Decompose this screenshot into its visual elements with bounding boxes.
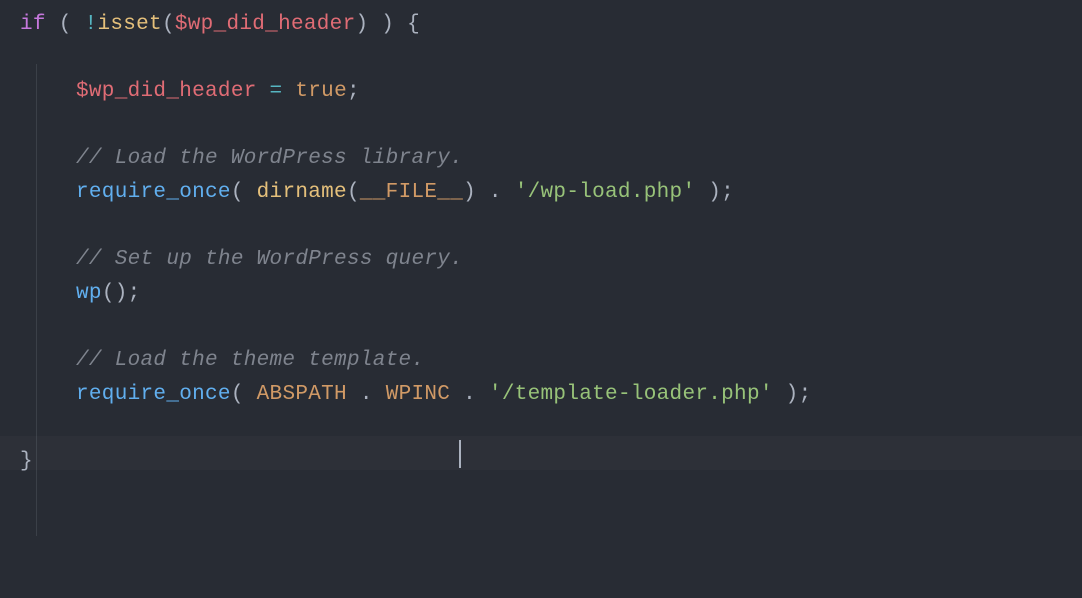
comment: // Load the WordPress library. (76, 147, 463, 170)
code-line[interactable]: wp(); (20, 277, 1082, 311)
code-line[interactable]: } (20, 445, 1082, 479)
punct: ( (347, 181, 360, 204)
punct: ) (356, 13, 369, 36)
function-dirname: dirname (257, 181, 347, 204)
code-line[interactable]: // Set up the WordPress query. (20, 243, 1082, 277)
comment: // Set up the WordPress query. (76, 248, 463, 271)
brace-open: { (407, 13, 420, 36)
operator-concat: . (450, 383, 489, 406)
string-literal: '/wp-load.php' (515, 181, 696, 204)
operator-concat: . (347, 383, 386, 406)
text-cursor (459, 440, 461, 468)
punct: ) (368, 13, 407, 36)
constant-abspath: ABSPATH (257, 383, 347, 406)
variable: $wp_did_header (175, 13, 356, 36)
function-isset: isset (97, 13, 162, 36)
keyword-require: require_once (76, 181, 231, 204)
punct: ) (463, 181, 476, 204)
punct: ); (773, 383, 812, 406)
constant-wpinc: WPINC (386, 383, 451, 406)
code-line[interactable]: if ( !isset($wp_did_header) ) { (20, 8, 1082, 42)
punct: (); (102, 282, 141, 305)
code-line[interactable]: $wp_did_header = true; (20, 75, 1082, 109)
comment: // Load the theme template. (76, 349, 424, 372)
boolean-true: true (295, 80, 347, 103)
operator-concat: . (476, 181, 515, 204)
punct: ( (231, 383, 257, 406)
punct: ); (695, 181, 734, 204)
code-line-active[interactable]: // Load the theme template. (20, 344, 1082, 378)
variable: $wp_did_header (76, 80, 257, 103)
code-editor[interactable]: if ( !isset($wp_did_header) ) { $wp_did_… (0, 8, 1082, 478)
keyword-require: require_once (76, 383, 231, 406)
code-line-blank[interactable] (20, 411, 1082, 445)
punct: ( (162, 13, 175, 36)
code-line-blank[interactable] (20, 210, 1082, 244)
string-literal: '/template-loader.php' (489, 383, 773, 406)
punct: ( (231, 181, 257, 204)
punct: ( (46, 13, 85, 36)
code-line[interactable]: require_once( dirname(__FILE__) . '/wp-l… (20, 176, 1082, 210)
code-line-blank[interactable] (20, 310, 1082, 344)
keyword-if: if (20, 13, 46, 36)
code-line-blank[interactable] (20, 42, 1082, 76)
code-line-blank[interactable] (20, 109, 1082, 143)
operator-assign: = (257, 80, 296, 103)
code-line[interactable]: // Load the WordPress library. (20, 142, 1082, 176)
operator-not: ! (85, 13, 98, 36)
semicolon: ; (347, 80, 360, 103)
constant-file: __FILE__ (360, 181, 463, 204)
code-line[interactable]: require_once( ABSPATH . WPINC . '/templa… (20, 378, 1082, 412)
function-wp: wp (76, 282, 102, 305)
brace-close: } (20, 450, 33, 473)
